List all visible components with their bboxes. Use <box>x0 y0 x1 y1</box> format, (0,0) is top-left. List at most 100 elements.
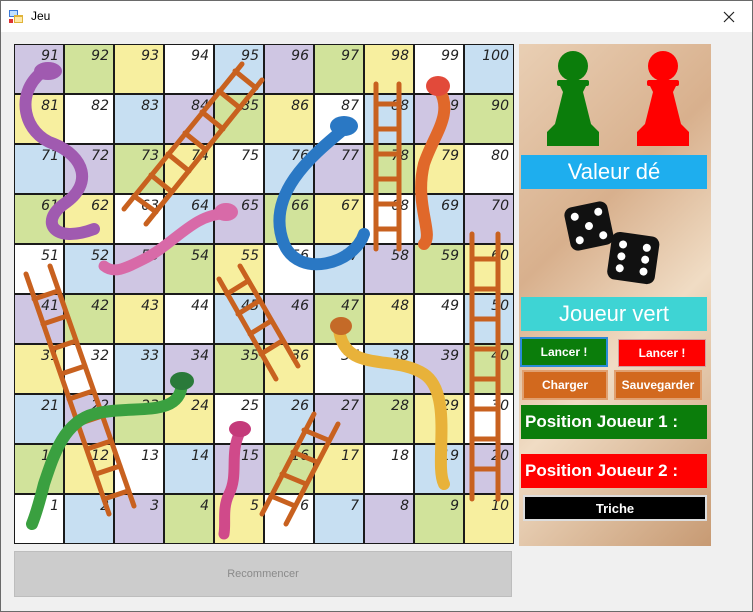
cell-number: 32 <box>91 348 109 364</box>
cell-number: 70 <box>491 198 509 214</box>
cell-number: 16 <box>291 448 309 464</box>
board-cell: 5 <box>214 494 264 544</box>
title-bar: Jeu <box>1 1 752 32</box>
cell-number: 93 <box>141 48 159 64</box>
board-cell: 33 <box>114 344 164 394</box>
cell-number: 100 <box>482 48 509 64</box>
board-cell: 58 <box>364 244 414 294</box>
cell-number: 59 <box>441 248 459 264</box>
board-cell: 84 <box>164 94 214 144</box>
board-cell: 51 <box>14 244 64 294</box>
board-cell: 100 <box>464 44 514 94</box>
board-cell: 82 <box>64 94 114 144</box>
cell-number: 28 <box>391 398 409 414</box>
close-button[interactable] <box>706 1 752 32</box>
board-cell: 81 <box>14 94 64 144</box>
board-cell: 8 <box>364 494 414 544</box>
roll-red-button[interactable]: Lancer ! <box>618 339 706 367</box>
board-cell: 45 <box>214 294 264 344</box>
board-cell: 14 <box>164 444 214 494</box>
board-cell: 2 <box>64 494 114 544</box>
board-cell: 21 <box>14 394 64 444</box>
board-cell: 93 <box>114 44 164 94</box>
board-cell: 65 <box>214 194 264 244</box>
board-cell: 88 <box>364 94 414 144</box>
board-cell: 73 <box>114 144 164 194</box>
board-cell: 36 <box>264 344 314 394</box>
cell-number: 58 <box>391 248 409 264</box>
board-cell: 89 <box>414 94 464 144</box>
board-cell: 85 <box>214 94 264 144</box>
board-cell: 98 <box>364 44 414 94</box>
cell-number: 63 <box>141 198 159 214</box>
cell-number: 67 <box>341 198 359 214</box>
cell-number: 72 <box>91 148 109 164</box>
board-cell: 96 <box>264 44 314 94</box>
current-player-label: Joueur vert <box>521 297 707 331</box>
cell-number: 8 <box>400 498 409 514</box>
board-cell: 67 <box>314 194 364 244</box>
board-cell: 64 <box>164 194 214 244</box>
board-cell: 29 <box>414 394 464 444</box>
cell-number: 42 <box>91 298 109 314</box>
board-cell: 40 <box>464 344 514 394</box>
cell-number: 95 <box>241 48 259 64</box>
restart-button[interactable]: Recommencer <box>14 551 512 597</box>
roll-green-button[interactable]: Lancer ! <box>520 337 608 367</box>
app-icon <box>9 10 23 23</box>
cell-number: 13 <box>141 448 159 464</box>
green-pawn-icon <box>547 51 599 146</box>
board-cell: 24 <box>164 394 214 444</box>
board-cell: 52 <box>64 244 114 294</box>
cell-number: 47 <box>341 298 359 314</box>
cell-number: 49 <box>441 298 459 314</box>
cell-number: 30 <box>491 398 509 414</box>
cell-number: 86 <box>291 98 309 114</box>
cell-number: 31 <box>41 348 59 364</box>
cell-number: 69 <box>441 198 459 214</box>
game-board[interactable]: 91 92 93 94 95 96 97 98 99 100 81 82 83 84 85 86 87 88 89 9… <box>14 44 515 545</box>
app-window: Jeu 91 92 93 94 95 96 97 98 99 100 81 82 83 84 85 86 87 8… <box>0 0 753 612</box>
board-cell: 37 <box>314 344 364 394</box>
cell-number: 22 <box>91 398 109 414</box>
cell-number: 1 <box>50 498 59 514</box>
save-button[interactable]: Sauvegarder <box>614 370 702 400</box>
cheat-button[interactable]: Triche <box>523 495 707 521</box>
board-cell: 78 <box>364 144 414 194</box>
cell-number: 62 <box>91 198 109 214</box>
cell-number: 51 <box>41 248 59 264</box>
board-cell: 25 <box>214 394 264 444</box>
close-icon <box>723 11 735 22</box>
board-cell: 19 <box>414 444 464 494</box>
cell-number: 10 <box>491 498 509 514</box>
board-cell: 62 <box>64 194 114 244</box>
board-cell: 77 <box>314 144 364 194</box>
board-cell: 48 <box>364 294 414 344</box>
cell-number: 55 <box>241 248 259 264</box>
window-title: Jeu <box>31 9 51 23</box>
cell-number: 56 <box>291 248 309 264</box>
cell-number: 54 <box>191 248 209 264</box>
cell-number: 45 <box>241 298 259 314</box>
cell-number: 64 <box>191 198 209 214</box>
cell-number: 36 <box>291 348 309 364</box>
cell-number: 5 <box>250 498 259 514</box>
cell-number: 65 <box>241 198 259 214</box>
board-cell: 47 <box>314 294 364 344</box>
board-cell: 49 <box>414 294 464 344</box>
board-cell: 66 <box>264 194 314 244</box>
board-cell: 9 <box>414 494 464 544</box>
cell-number: 61 <box>41 198 59 214</box>
board-cell: 99 <box>414 44 464 94</box>
board-cell: 43 <box>114 294 164 344</box>
cell-number: 33 <box>141 348 159 364</box>
cell-number: 82 <box>91 98 109 114</box>
board-cell: 15 <box>214 444 264 494</box>
cell-number: 2 <box>100 498 109 514</box>
dice-icon <box>564 201 660 285</box>
board-cell: 6 <box>264 494 314 544</box>
side-panel: Valeur dé Joueur vert Lancer ! Lancer ! … <box>519 44 711 546</box>
cell-number: 37 <box>341 348 359 364</box>
load-button[interactable]: Charger <box>522 370 608 400</box>
board-cell: 59 <box>414 244 464 294</box>
